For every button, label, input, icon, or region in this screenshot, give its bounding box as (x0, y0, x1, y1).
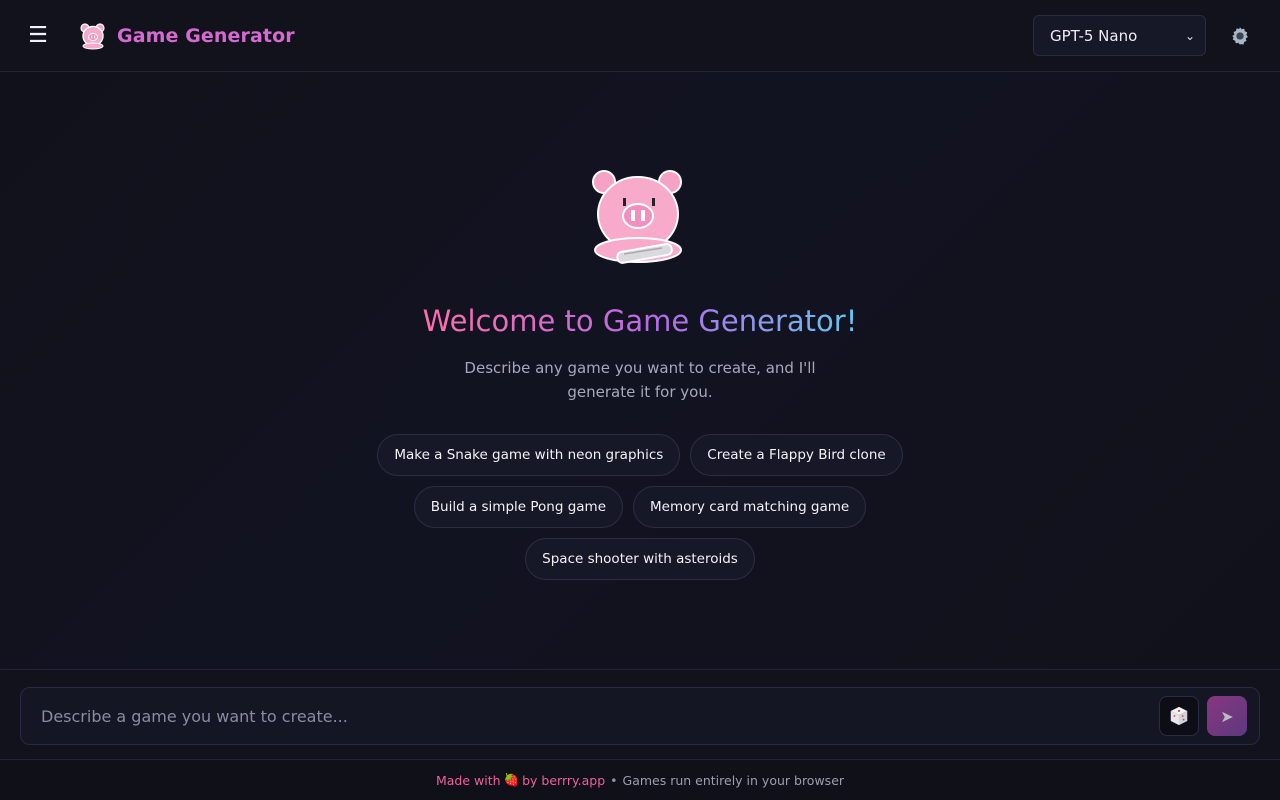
footer: Made with 🍓 by berrry.app • Games run en… (0, 760, 1280, 800)
composer-area: ➤ (0, 669, 1280, 760)
footer-separator: • (610, 772, 618, 788)
gear-icon[interactable] (1228, 24, 1252, 48)
suggestion-chips: Make a Snake game with neon graphics Cre… (340, 434, 940, 580)
welcome-subtitle: Describe any game you want to create, an… (464, 359, 816, 401)
app-title: Game Generator (117, 24, 295, 47)
hamburger-menu-icon[interactable]: ☰ (24, 22, 52, 50)
dice-icon[interactable] (1159, 696, 1199, 736)
pig-mascot-icon (590, 168, 690, 272)
model-select[interactable]: GPT-5 Nano ⌄ (1033, 15, 1206, 56)
chevron-down-icon: ⌄ (1184, 28, 1195, 43)
suggestion-chip[interactable]: Make a Snake game with neon graphics (377, 434, 681, 476)
main-area: Welcome to Game Generator! Describe any … (0, 72, 1280, 669)
suggestion-chip[interactable]: Space shooter with asteroids (525, 538, 755, 580)
strawberry-icon: 🍓 (503, 772, 520, 787)
footer-tagline: Games run entirely in your browser (622, 772, 845, 788)
app-header: ☰ Game Generator GPT-5 Nano ⌄ (0, 0, 1280, 72)
welcome-panel: Welcome to Game Generator! Describe any … (0, 168, 1280, 580)
pig-logo-icon (77, 20, 109, 52)
game-prompt-input[interactable] (41, 701, 1159, 731)
send-icon[interactable]: ➤ (1207, 696, 1247, 736)
suggestion-chip[interactable]: Build a simple Pong game (413, 486, 623, 528)
welcome-title: Welcome to Game Generator! (422, 304, 858, 338)
suggestion-chip[interactable]: Create a Flappy Bird clone (690, 434, 903, 476)
composer: ➤ (20, 687, 1260, 745)
footer-made-with: Made with (435, 772, 501, 788)
berrry-link[interactable]: by berrry.app (522, 773, 605, 788)
suggestion-chip[interactable]: Memory card matching game (633, 486, 867, 528)
model-select-value: GPT-5 Nano (1050, 26, 1138, 45)
header-actions: GPT-5 Nano ⌄ (1033, 15, 1256, 56)
